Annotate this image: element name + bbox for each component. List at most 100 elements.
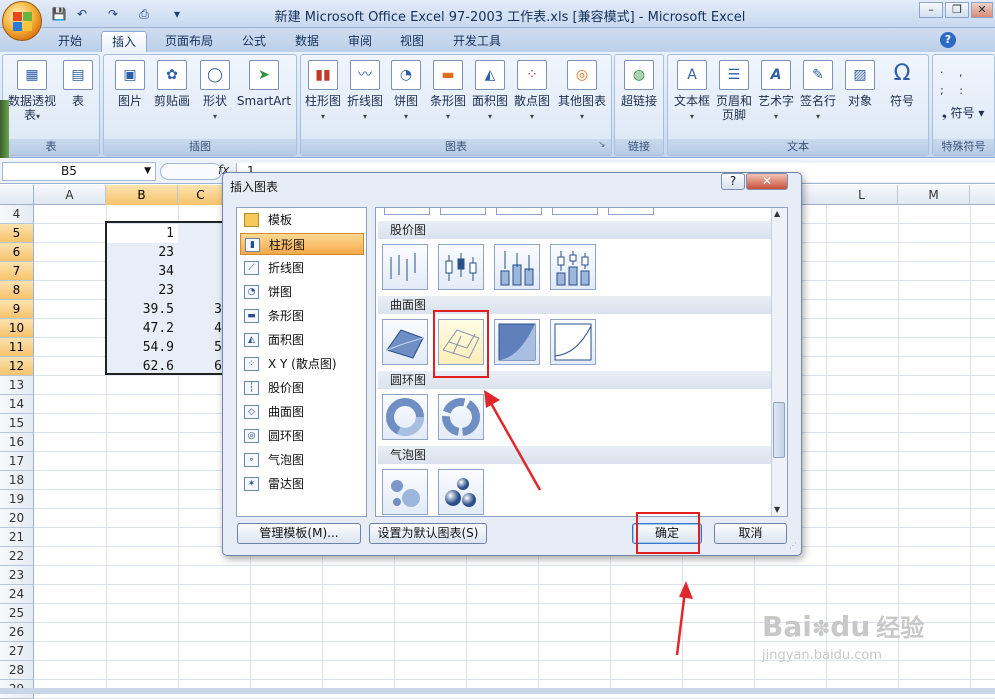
undo-icon[interactable]: ↶ (73, 5, 91, 23)
manage-templates-button[interactable]: 管理模板(M)... (237, 523, 361, 544)
row-header-22[interactable]: 22 (0, 547, 34, 566)
tab-home[interactable]: 开始 (48, 31, 92, 53)
row-header-18[interactable]: 18 (0, 471, 34, 490)
tab-developer[interactable]: 开发工具 (443, 31, 511, 53)
wordart-button[interactable]: A 艺术字 ▾ (756, 58, 796, 132)
office-button[interactable] (2, 1, 42, 41)
print-preview-icon[interactable]: ⎙ (135, 5, 153, 23)
category-item-surface[interactable]: ◇ 曲面图 (240, 401, 364, 423)
column-header-b[interactable]: B (106, 185, 178, 205)
select-all-corner[interactable] (0, 185, 34, 205)
hyperlink-button[interactable]: ◍ 超链接 (617, 58, 661, 132)
row-header-7[interactable]: 7 (0, 262, 34, 281)
row-header-26[interactable]: 26 (0, 623, 34, 642)
row-header-25[interactable]: 25 (0, 604, 34, 623)
row-header-16[interactable]: 16 (0, 433, 34, 452)
column-chart-button[interactable]: ▮▮ 柱形图 ▾ (303, 58, 343, 132)
save-icon[interactable]: 💾 (50, 5, 68, 23)
stock-chart-2-icon[interactable] (438, 244, 484, 290)
special-symbol-button[interactable]: ❟ 符号 ▾ (942, 104, 984, 121)
clipart-button[interactable]: ✿ 剪贴画 (150, 58, 194, 132)
stock-chart-3-icon[interactable] (494, 244, 540, 290)
other-charts-button[interactable]: ◎ 其他图表 ▾ (554, 58, 610, 132)
wireframe-contour-icon[interactable] (550, 319, 596, 365)
row-header-14[interactable]: 14 (0, 395, 34, 414)
tab-formulas[interactable]: 公式 (232, 31, 276, 53)
tab-data[interactable]: 数据 (285, 31, 329, 53)
category-item-xy-scatter[interactable]: ⁘ X Y (散点图) (240, 353, 364, 375)
category-item-radar[interactable]: ✶ 雷达图 (240, 473, 364, 495)
dialog-help-button[interactable]: ? (721, 173, 745, 190)
category-item-doughnut[interactable]: ◎ 圆环图 (240, 425, 364, 447)
redo-icon[interactable]: ↷ (104, 5, 122, 23)
row-header-9[interactable]: 9 (0, 300, 34, 319)
close-window-button[interactable]: ✕ (971, 2, 993, 18)
category-item-templates[interactable]: 模板 (240, 209, 364, 231)
customize-qat-icon[interactable]: ▾ (168, 5, 186, 23)
surface-3d-icon[interactable] (382, 319, 428, 365)
textbox-button[interactable]: A 文本框 ▾ (670, 58, 714, 132)
stock-chart-4-icon[interactable] (550, 244, 596, 290)
category-item-stock[interactable]: ┆ 股价图 (240, 377, 364, 399)
row-header-11[interactable]: 11 (0, 338, 34, 357)
category-item-line[interactable]: ⟋ 折线图 (240, 257, 364, 279)
gallery-scrollbar[interactable] (771, 208, 787, 516)
column-header-c[interactable]: C (178, 185, 224, 205)
signature-line-button[interactable]: ✎ 签名行 ▾ (798, 58, 838, 132)
picture-button[interactable]: ▣ 图片 (110, 58, 150, 132)
area-chart-button[interactable]: ◭ 面积图 ▾ (470, 58, 510, 132)
category-item-bar[interactable]: ▬ 条形图 (240, 305, 364, 327)
scroll-down-icon[interactable]: ▼ (774, 505, 780, 514)
bubble-chart-icon[interactable] (382, 469, 428, 515)
row-header-5[interactable]: 5 (0, 224, 34, 243)
stock-chart-1-icon[interactable] (382, 244, 428, 290)
category-item-area[interactable]: ◭ 面积图 (240, 329, 364, 351)
special-symbols-gallery[interactable]: · ,; : (940, 64, 990, 100)
row-header-8[interactable]: 8 (0, 281, 34, 300)
doughnut-icon[interactable] (382, 394, 428, 440)
bar-chart-button[interactable]: ▬ 条形图 ▾ (428, 58, 468, 132)
symbol-button[interactable]: Ω 符号 (882, 58, 922, 132)
name-box-dropdown-icon[interactable]: ▼ (144, 163, 151, 180)
line-chart-button[interactable]: 〰折线图 ▾ (345, 58, 385, 132)
tab-view[interactable]: 视图 (390, 31, 434, 53)
chart-dialog-launcher-icon[interactable]: ↘ (598, 140, 606, 150)
row-header-15[interactable]: 15 (0, 414, 34, 433)
tab-review[interactable]: 审阅 (338, 31, 382, 53)
row-header-20[interactable]: 20 (0, 509, 34, 528)
row-header-6[interactable]: 6 (0, 243, 34, 262)
pie-chart-button[interactable]: ◔ 饼图 ▾ (388, 58, 424, 132)
column-header-m[interactable]: M (898, 185, 970, 205)
row-header-23[interactable]: 23 (0, 566, 34, 585)
cancel-button[interactable]: 取消 (714, 523, 787, 544)
category-item-pie[interactable]: ◔ 饼图 (240, 281, 364, 303)
object-button[interactable]: ▨ 对象 (840, 58, 880, 132)
category-item-bubble[interactable]: ∘ 气泡图 (240, 449, 364, 471)
header-footer-button[interactable]: ☰ 页眉和页脚 (714, 58, 754, 132)
row-header-27[interactable]: 27 (0, 642, 34, 661)
help-icon[interactable]: ? (940, 32, 956, 48)
name-box[interactable]: B5 ▼ (2, 162, 156, 181)
tab-page-layout[interactable]: 页面布局 (155, 31, 223, 53)
scroll-up-icon[interactable]: ▲ (774, 209, 780, 218)
formula-expand-handle[interactable] (160, 163, 222, 180)
row-header-13[interactable]: 13 (0, 376, 34, 395)
row-header-4[interactable]: 4 (0, 205, 34, 224)
category-item-column[interactable]: ▮ 柱形图 (240, 233, 364, 255)
row-header-10[interactable]: 10 (0, 319, 34, 338)
column-header-l[interactable]: L (826, 185, 898, 205)
dialog-close-button[interactable]: ✕ (746, 173, 788, 190)
scrollbar-thumb[interactable] (773, 402, 785, 458)
row-header-24[interactable]: 24 (0, 585, 34, 604)
row-header-17[interactable]: 17 (0, 452, 34, 471)
row-header-21[interactable]: 21 (0, 528, 34, 547)
shapes-button[interactable]: ◯ 形状 ▾ (196, 58, 234, 132)
row-header-28[interactable]: 28 (0, 661, 34, 680)
tab-insert[interactable]: 插入 (101, 31, 148, 53)
minimize-button[interactable]: – (919, 2, 943, 18)
scatter-chart-button[interactable]: ⁘ 散点图 ▾ (512, 58, 552, 132)
contour-icon[interactable] (494, 319, 540, 365)
pivot-table-button[interactable]: ▦ 数据透视表▾ (8, 58, 56, 132)
smartart-button[interactable]: ➤ SmartArt (236, 58, 292, 132)
row-header-19[interactable]: 19 (0, 490, 34, 509)
